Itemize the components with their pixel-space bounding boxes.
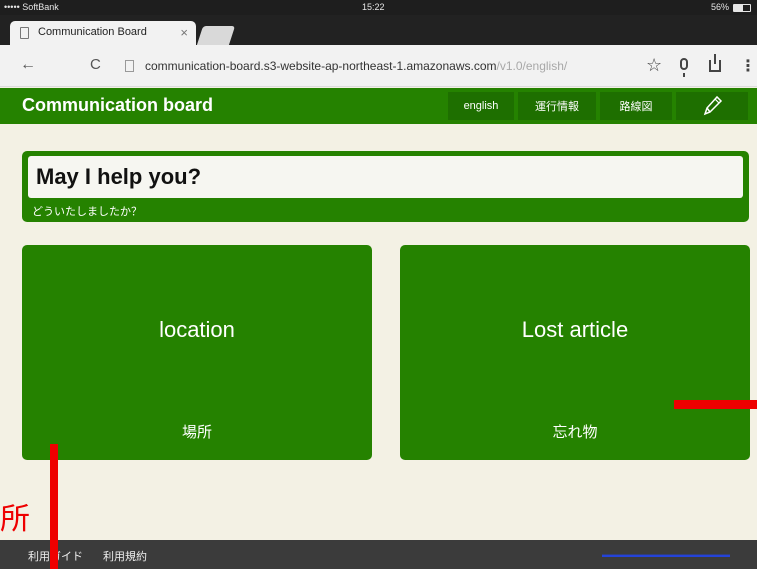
battery-percent: 56% [710, 2, 729, 12]
red-annotation-horizontal-bar [674, 400, 757, 409]
lost-article-card[interactable]: Lost article 忘れ物 [400, 245, 750, 460]
more-menu-icon[interactable]: ⋮ [740, 56, 756, 76]
clock: 15:22 [362, 2, 385, 12]
question-text: May I help you? [36, 164, 202, 189]
app-title: Communication board [22, 95, 214, 115]
location-card[interactable]: location 場所 [22, 245, 372, 460]
reload-icon[interactable]: C [90, 56, 101, 73]
pencil-edit-button[interactable] [676, 92, 748, 120]
tab-title: Communication Board [38, 26, 147, 38]
question-subtitle: どういたしましたか？ [32, 206, 142, 218]
card-subtitle: 場所 [181, 424, 212, 441]
url-host: communication-board.s3-website-ap-northe… [145, 59, 497, 73]
route-map-button[interactable]: 路線図 [600, 92, 672, 120]
status-bar: ••••• SoftBank 15:22 56% [0, 0, 757, 15]
footer-bar: 利用ガイド 利用規約 ▬▬▬▬▬▬▬▬▬▬▬▬▬▬▬▬ [0, 540, 757, 569]
bookmark-star-icon[interactable]: ☆ [646, 55, 662, 76]
terms-of-use-link[interactable]: 利用規約 [103, 548, 147, 564]
red-annotation-vertical-bar [50, 444, 58, 569]
microphone-icon[interactable] [680, 58, 688, 77]
url-path: /v1.0/english/ [496, 59, 568, 73]
card-title: location [159, 317, 235, 342]
card-title: Lost article [521, 317, 629, 342]
pencil-icon [703, 95, 723, 116]
card-subtitle: 忘れ物 [552, 424, 598, 441]
browser-tab-strip: Communication Board × [0, 15, 757, 45]
address-bar[interactable]: communication-board.s3-website-ap-northe… [145, 59, 567, 73]
back-arrow-icon[interactable]: ← [20, 56, 36, 74]
language-english-button[interactable]: english [448, 92, 514, 120]
close-tab-icon[interactable]: × [180, 25, 188, 40]
page-info-icon[interactable] [125, 60, 134, 72]
share-icon[interactable] [709, 54, 721, 72]
operation-info-button[interactable]: 運行情報 [518, 92, 596, 120]
browser-toolbar: ← C communication-board.s3-website-ap-no… [0, 45, 757, 87]
battery-icon [733, 4, 751, 12]
footer-credit-link[interactable]: ▬▬▬▬▬▬▬▬▬▬▬▬▬▬▬▬ [602, 550, 730, 559]
red-annotation-glyph: 所 [0, 502, 30, 537]
new-tab-button[interactable] [196, 26, 236, 45]
browser-tab[interactable]: Communication Board × [10, 21, 196, 45]
question-panel: May I help you? どういたしましたか？ [22, 151, 749, 222]
question-box: May I help you? [28, 156, 743, 198]
app-header: Communication board english 運行情報 路線図 [0, 88, 757, 124]
carrier-label: ••••• SoftBank [4, 2, 59, 12]
page-icon [20, 27, 29, 39]
